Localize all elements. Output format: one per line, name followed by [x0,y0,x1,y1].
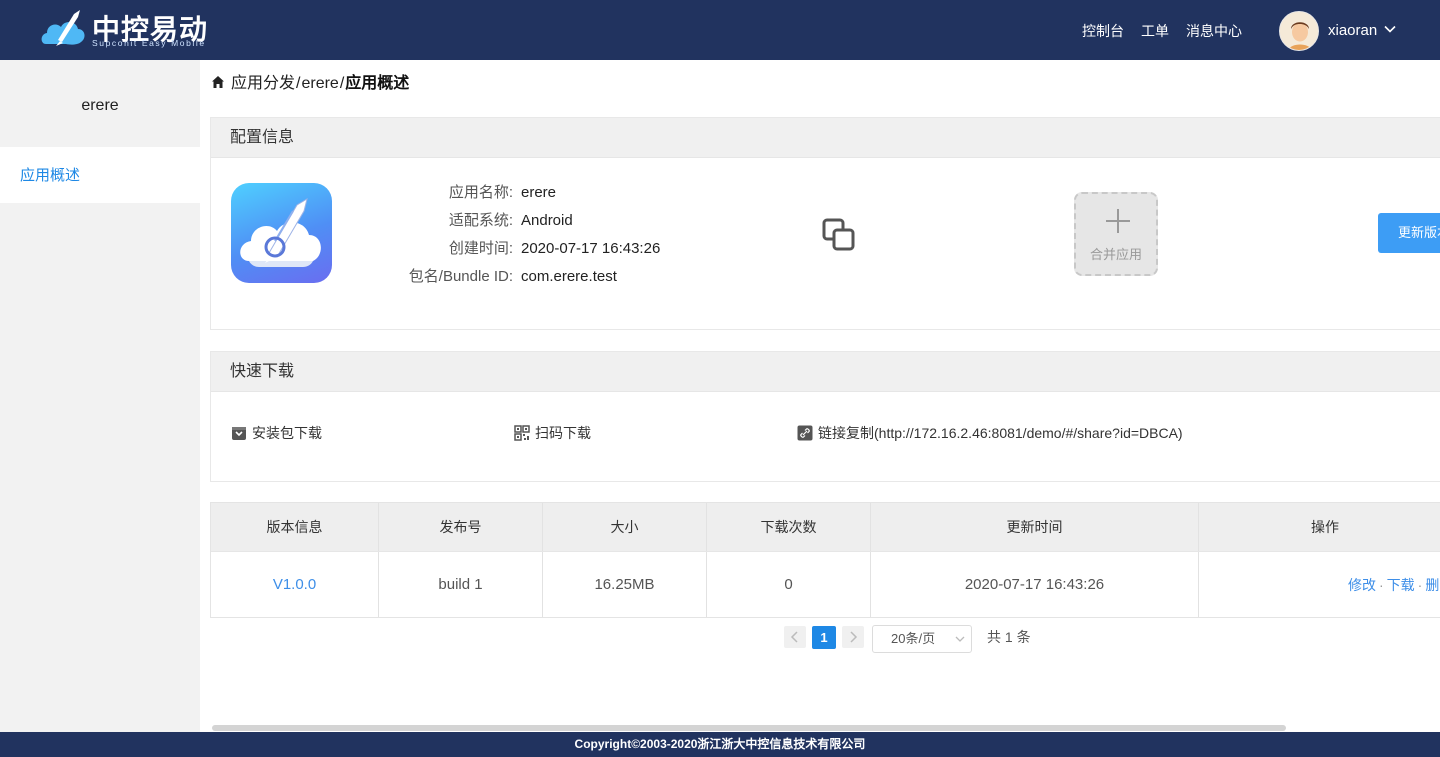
logo[interactable]: 中控易动 Supconit Easy Mobile [40,6,220,52]
package-download-link[interactable]: 安装包下载 [231,422,322,444]
qrcode-icon [514,425,530,441]
edit-action[interactable]: 修改 [1348,575,1376,595]
table-row: V1.0.0 build 1 16.25MB 0 2020-07-17 16:4… [211,551,1440,617]
avatar[interactable] [1279,11,1319,51]
next-page-button[interactable] [842,626,864,648]
version-table: 版本信息 发布号 大小 下载次数 更新时间 操作 V1.0.0 build 1 … [210,502,1440,618]
delete-action[interactable]: 删除 [1425,575,1440,595]
column-header-size: 大小 [543,503,707,551]
field-value-created: 2020-07-17 16:43:26 [521,240,661,257]
column-header-downloads: 下载次数 [707,503,871,551]
qrcode-download-link[interactable]: 扫码下载 [514,422,591,444]
avatar-icon [1280,12,1318,50]
sidebar-app-name: erere [81,97,119,114]
total-count: 共 1 条 [987,629,1031,645]
field-value-bundle-id: com.erere.test [521,268,617,285]
username[interactable]: xiaoran [1328,0,1377,62]
field-label-created: 创建时间: [448,240,513,257]
link-icon [797,425,813,441]
update-version-button[interactable]: 更新版本 [1378,213,1440,253]
field-value-app-name: erere [521,184,557,201]
action-separator: · [1417,576,1423,593]
breadcrumb-separator: / [339,75,345,92]
top-header: 中控易动 Supconit Easy Mobile 控制台 工单 消息中心 xi… [0,0,1440,60]
field-value-os: Android [521,212,573,229]
sidebar: erere 应用概述 [0,60,200,732]
package-icon [232,427,246,440]
config-panel: 配置信息 应用名称: erere 适配系统: Android 创建时间: 202… [210,117,1440,330]
copy-icon[interactable] [822,218,856,252]
column-header-actions: 操作 [1311,519,1339,535]
copy-link[interactable]: 链接复制(http://172.16.2.46:8081/demo/#/shar… [797,422,1183,444]
column-header-build: 发布号 [379,503,543,551]
column-header-updated: 更新时间 [871,503,1199,551]
version-link[interactable]: V1.0.0 [273,576,316,593]
breadcrumb-current: 应用概述 [345,75,410,92]
field-label-os: 适配系统: [448,212,513,229]
prev-page-button[interactable] [784,626,806,648]
quick-download-panel: 快速下载 安装包下载 扫码下载 链接复制(http://172.16.2.46:… [210,351,1440,482]
copy-link-label: 链接复制(http://172.16.2.46:8081/demo/#/shar… [818,425,1183,441]
table-header: 版本信息 发布号 大小 下载次数 更新时间 操作 [211,503,1440,551]
chevron-left-icon [790,631,798,643]
nav-console[interactable]: 控制台 [1082,0,1124,60]
nav-messages[interactable]: 消息中心 [1186,0,1242,60]
chevron-down-icon [955,636,965,642]
nav-tickets[interactable]: 工单 [1141,0,1169,60]
page-size-select[interactable]: 20条/页 [872,625,972,653]
merge-app-button[interactable]: 合并应用 [1074,192,1158,276]
breadcrumb-separator: / [296,75,301,92]
logo-icon [41,10,85,46]
cell-updated: 2020-07-17 16:43:26 [871,552,1199,617]
field-label-app-name: 应用名称: [448,184,513,201]
rocket-cloud-icon [240,197,321,267]
cell-version[interactable]: V1.0.0 [211,552,379,617]
chevron-right-icon [850,631,858,643]
field-label-bundle-id: 包名/Bundle ID: [408,268,513,285]
cell-size: 16.25MB [543,552,707,617]
horizontal-scrollbar[interactable] [212,725,1286,731]
footer-copyright: Copyright©2003-2020浙江浙大中控信息技术有限公司 [0,732,1440,757]
page-number-current[interactable]: 1 [812,626,836,649]
merge-app-label: 合并应用 [1089,247,1142,262]
page-size-value: 20条/页 [891,631,936,646]
app-icon [231,183,332,283]
qrcode-download-label: 扫码下载 [535,425,591,441]
action-separator: · [1379,576,1384,593]
home-icon[interactable] [211,75,225,89]
download-action[interactable]: 下载 [1387,575,1415,595]
package-download-label: 安装包下载 [252,425,322,441]
column-header-version: 版本信息 [211,503,379,551]
breadcrumb-item-distribution[interactable]: 应用分发 [231,75,295,92]
sidebar-item-overview[interactable]: 应用概述 [0,147,200,203]
config-panel-title: 配置信息 [211,118,1440,158]
breadcrumb: 应用分发/erere/应用概述 [211,72,409,96]
logo-subtitle: Supconit Easy Mobile [92,38,206,48]
plus-icon [1106,209,1130,233]
cell-downloads: 0 [707,552,871,617]
cell-actions: 修改 · 下载 · 删除 [1199,552,1440,617]
chevron-down-icon[interactable] [1384,25,1396,33]
quick-download-title: 快速下载 [211,352,1440,392]
breadcrumb-item-app[interactable]: erere [301,75,338,92]
cell-build: build 1 [379,552,543,617]
